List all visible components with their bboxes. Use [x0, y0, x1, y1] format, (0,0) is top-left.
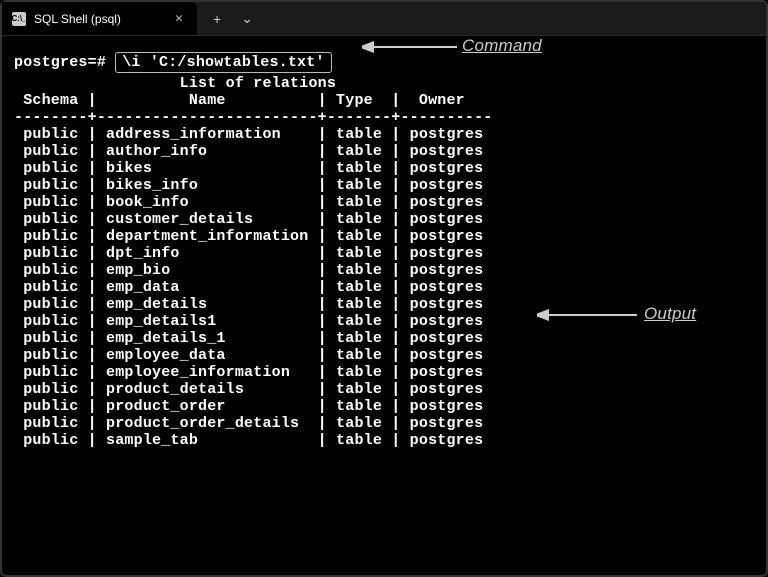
tab-title: SQL Shell (psql) [34, 12, 121, 26]
list-title: List of relations [14, 75, 758, 92]
table-row: public | product_order | table | postgre… [14, 398, 758, 415]
table-row: public | sample_tab | table | postgres [14, 432, 758, 449]
table-row: public | book_info | table | postgres [14, 194, 758, 211]
table-row: public | product_order_details | table |… [14, 415, 758, 432]
prompt-text: postgres=# [14, 54, 106, 71]
table-rows: public | address_information | table | p… [14, 126, 758, 449]
table-row: public | customer_details | table | post… [14, 211, 758, 228]
table-row: public | emp_data | table | postgres [14, 279, 758, 296]
table-row: public | author_info | table | postgres [14, 143, 758, 160]
tab-active[interactable]: C:\_ SQL Shell (psql) ✕ [2, 2, 197, 35]
column-headers: Schema | Name | Type | Owner [14, 92, 758, 109]
table-row: public | address_information | table | p… [14, 126, 758, 143]
terminal-icon: C:\_ [12, 12, 26, 26]
table-row: public | bikes | table | postgres [14, 160, 758, 177]
table-row: public | bikes_info | table | postgres [14, 177, 758, 194]
annotation-command: Command [462, 36, 542, 56]
annotation-output: Output [644, 304, 696, 324]
table-row: public | dpt_info | table | postgres [14, 245, 758, 262]
table-row: public | emp_bio | table | postgres [14, 262, 758, 279]
command-highlight: \i 'C:/showtables.txt' [115, 52, 331, 73]
title-bar: C:\_ SQL Shell (psql) ✕ + ⌄ [2, 2, 766, 36]
arrow-output-icon [537, 308, 637, 322]
tab-controls: + ⌄ [197, 6, 261, 31]
table-row: public | product_details | table | postg… [14, 381, 758, 398]
divider-line: --------+------------------------+------… [14, 109, 758, 126]
new-tab-button[interactable]: + [205, 7, 229, 31]
table-row: public | emp_details_1 | table | postgre… [14, 330, 758, 347]
table-row: public | department_information | table … [14, 228, 758, 245]
table-row: public | employee_information | table | … [14, 364, 758, 381]
table-row: public | employee_data | table | postgre… [14, 347, 758, 364]
tab-dropdown-icon[interactable]: ⌄ [233, 6, 261, 31]
terminal-body[interactable]: postgres=# \i 'C:/showtables.txt' List o… [2, 36, 766, 457]
arrow-command-icon [362, 40, 457, 54]
tab-close-icon[interactable]: ✕ [175, 11, 183, 26]
prompt-line: postgres=# \i 'C:/showtables.txt' [14, 52, 758, 73]
